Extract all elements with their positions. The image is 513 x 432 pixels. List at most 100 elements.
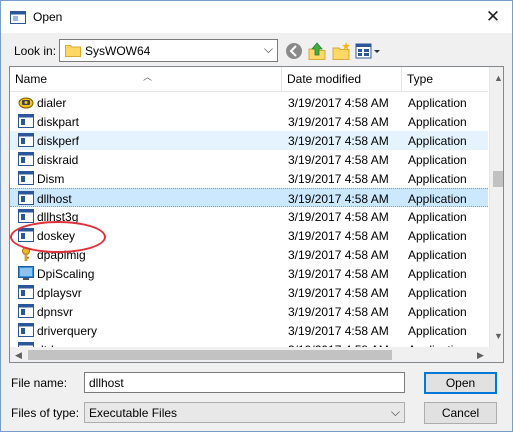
file-name-cell: DpiScaling — [37, 267, 95, 281]
file-date-cell: 3/19/2017 4:58 AM — [288, 324, 389, 338]
file-name-cell: dllhost — [37, 192, 72, 206]
file-row[interactable]: diskpart 3/19/2017 4:58 AM Application — [10, 112, 488, 131]
column-header-date[interactable]: Date modified — [282, 67, 402, 92]
file-row[interactable]: driverquery 3/19/2017 4:58 AM Application — [10, 321, 488, 340]
files-of-type-value: Executable Files — [89, 406, 178, 420]
column-name-label: Name — [15, 72, 48, 86]
exe-window-icon — [18, 209, 34, 223]
open-button[interactable]: Open — [424, 372, 497, 394]
files-of-type-label: Files of type: — [11, 406, 80, 420]
look-in-combobox[interactable]: SysWOW64 ⌵ — [59, 39, 278, 62]
file-date-cell: 3/19/2017 4:58 AM — [288, 267, 389, 281]
file-name-cell: Dism — [37, 172, 65, 186]
vertical-scrollbar[interactable]: ▲ ▼ — [489, 67, 503, 347]
file-date-cell: 3/19/2017 4:58 AM — [288, 210, 389, 224]
scroll-left-icon[interactable]: ◀ — [10, 350, 27, 361]
cancel-button[interactable]: Cancel — [424, 402, 497, 424]
view-menu-icon[interactable] — [355, 41, 381, 61]
exe-window-icon — [18, 114, 34, 128]
new-folder-icon[interactable] — [331, 41, 351, 61]
file-type-cell: Application — [408, 248, 467, 262]
file-date-cell: 3/19/2017 4:58 AM — [288, 286, 389, 300]
file-name-cell: diskpart — [37, 115, 80, 129]
file-row[interactable]: dtdump3/19/2017 4:58 AMApplication — [10, 340, 488, 347]
file-date-cell: 3/19/2017 4:58 AM — [288, 134, 389, 148]
scroll-right-icon[interactable]: ▶ — [472, 350, 489, 361]
file-row[interactable]: dllhst3g 3/19/2017 4:58 AM Application — [10, 207, 488, 226]
file-name-cell: diskperf — [37, 134, 80, 148]
file-date-cell: 3/19/2017 4:58 AM — [288, 248, 389, 262]
file-type-cell: Application — [408, 305, 467, 319]
column-header-name[interactable]: Name ︿ — [10, 67, 282, 92]
dialer-phone-icon — [18, 97, 34, 109]
file-list[interactable]: Name ︿ Date modified Type dialer 3/19/201… — [9, 66, 504, 363]
file-type-cell: Application — [408, 229, 467, 243]
exe-window-icon — [18, 152, 34, 166]
file-type-cell: Application — [408, 286, 467, 300]
chevron-down-icon[interactable]: ⌵ — [264, 42, 273, 57]
file-date-cell: 3/19/2017 4:58 AM — [288, 229, 389, 243]
column-date-label: Date modified — [287, 72, 362, 86]
file-name-label: File name: — [11, 376, 68, 390]
file-name-cell: dialer — [37, 96, 67, 110]
title-bar: Open ✕ — [1, 1, 512, 33]
look-in-value: SysWOW64 — [85, 44, 151, 58]
file-type-cell: Application — [408, 115, 467, 129]
file-row[interactable]: Dism 3/19/2017 4:58 AM Application — [10, 169, 488, 188]
files-of-type-select[interactable]: Executable Files ⌵ — [84, 402, 405, 423]
file-row[interactable]: dllhost 3/19/2017 4:58 AM Application — [10, 188, 488, 207]
file-row[interactable]: dpapimig 3/19/2017 4:58 AM Application — [10, 245, 488, 264]
file-type-cell: Application — [408, 134, 467, 148]
horizontal-scroll-thumb[interactable] — [28, 350, 392, 360]
file-type-cell: Application — [408, 172, 467, 186]
exe-window-icon — [18, 323, 34, 337]
file-name-cell: dplaysvr — [37, 286, 82, 300]
exe-window-icon — [18, 171, 34, 185]
file-row[interactable]: diskperf 3/19/2017 4:58 AM Application — [10, 131, 488, 150]
file-type-cell: Application — [408, 324, 467, 338]
file-row[interactable]: dplaysvr 3/19/2017 4:58 AM Application — [10, 283, 488, 302]
scroll-down-icon[interactable]: ▼ — [490, 331, 503, 341]
file-row[interactable]: doskey 3/19/2017 4:58 AM Application — [10, 226, 488, 245]
scrollbar-corner — [489, 347, 503, 362]
file-name-input[interactable] — [84, 372, 405, 393]
key-icon — [22, 247, 30, 261]
column-header-row: Name ︿ Date modified Type — [10, 67, 488, 92]
file-type-cell: Application — [408, 153, 467, 167]
file-date-cell: 3/19/2017 4:58 AM — [288, 153, 389, 167]
exe-window-icon — [18, 285, 34, 299]
file-date-cell: 3/19/2017 4:58 AM — [288, 115, 389, 129]
file-row[interactable]: diskraid 3/19/2017 4:58 AM Application — [10, 150, 488, 169]
exe-window-icon — [18, 191, 34, 205]
file-type-cell: Application — [408, 210, 467, 224]
file-name-cell: dpapimig — [37, 248, 86, 262]
back-icon[interactable] — [285, 41, 303, 61]
file-date-cell: 3/19/2017 4:58 AM — [288, 305, 389, 319]
column-type-label: Type — [407, 72, 434, 86]
sort-ascending-icon: ︿ — [143, 72, 153, 82]
horizontal-scrollbar[interactable]: ◀ ▶ — [10, 347, 489, 362]
file-row[interactable]: DpiScaling 3/19/2017 4:58 AM Application — [10, 264, 488, 283]
file-row[interactable]: dialer 3/19/2017 4:58 AM Application — [10, 93, 488, 112]
file-date-cell: 3/19/2017 4:58 AM — [288, 96, 389, 110]
up-folder-icon[interactable] — [307, 41, 327, 61]
file-name-cell: dllhst3g — [37, 210, 79, 224]
scroll-up-icon[interactable]: ▲ — [490, 73, 503, 83]
open-dialog: Open ✕ Look in: SysWOW64 ⌵ Name ︿ Date m… — [0, 0, 513, 432]
exe-window-icon — [18, 133, 34, 147]
file-date-cell: 3/19/2017 4:58 AM — [288, 192, 389, 206]
display-settings-icon — [18, 266, 34, 280]
dialog-title: Open — [33, 10, 63, 24]
file-row[interactable]: dpnsvr 3/19/2017 4:58 AM Application — [10, 302, 488, 321]
exe-window-icon — [18, 228, 34, 242]
file-type-cell: Application — [408, 267, 467, 281]
chevron-down-icon[interactable]: ⌵ — [391, 405, 400, 420]
close-button[interactable]: ✕ — [482, 6, 504, 28]
vertical-scroll-thumb[interactable] — [493, 171, 503, 187]
file-name-cell: driverquery — [37, 324, 98, 338]
look-in-label: Look in: — [14, 44, 57, 58]
column-header-type[interactable]: Type — [402, 67, 488, 92]
file-name-cell: dpnsvr — [37, 305, 74, 319]
file-name-cell: diskraid — [37, 153, 79, 167]
file-date-cell: 3/19/2017 4:58 AM — [288, 172, 389, 186]
